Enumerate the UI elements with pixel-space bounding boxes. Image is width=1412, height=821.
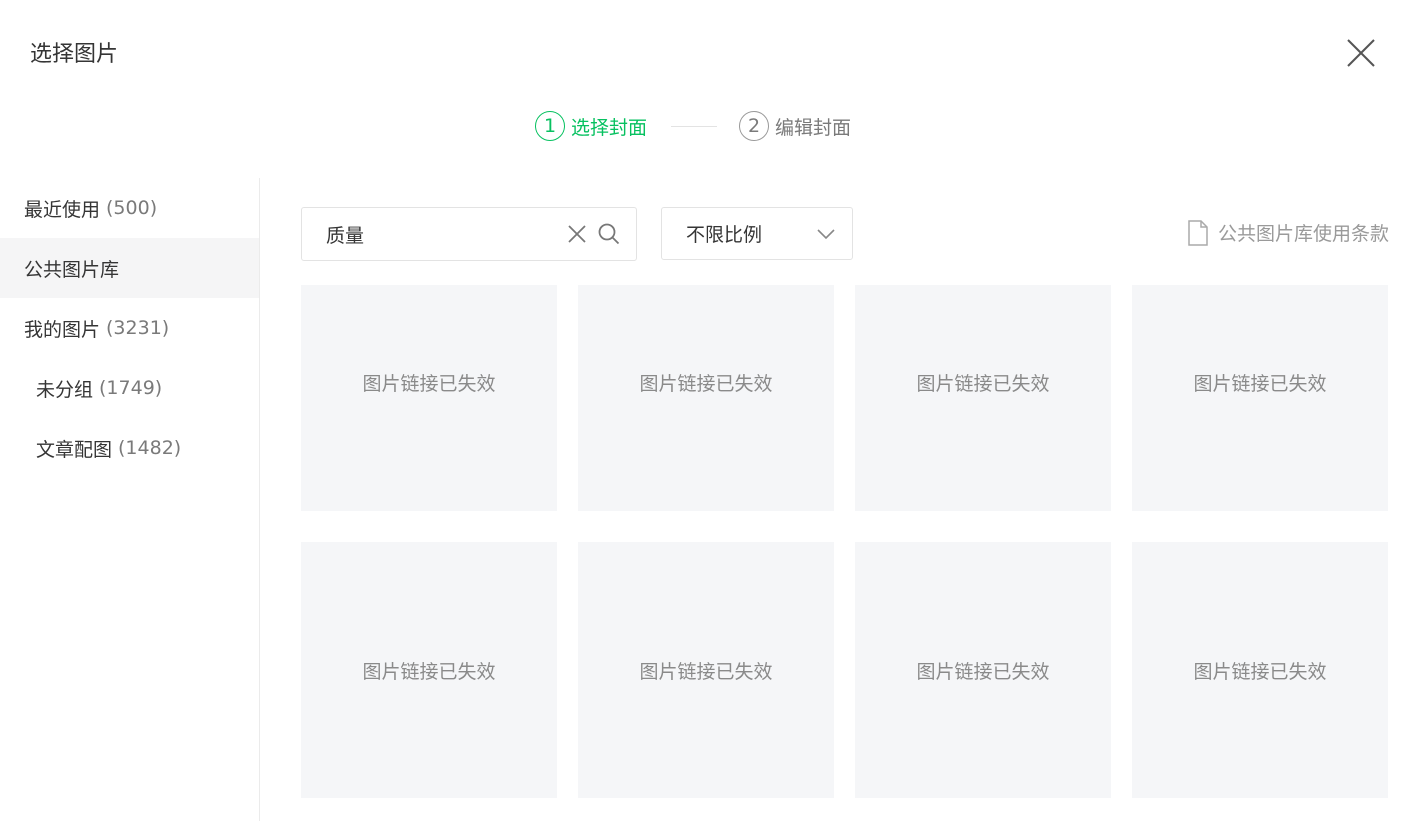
step-divider xyxy=(671,125,718,127)
close-button[interactable] xyxy=(1340,32,1380,72)
clear-icon[interactable] xyxy=(564,221,590,247)
image-grid: 图片链接已失效 图片链接已失效 图片链接已失效 图片链接已失效 图片链接已失效 … xyxy=(301,285,1388,798)
step-number: 2 xyxy=(739,111,770,141)
sidebar-item-label: 文章配图 xyxy=(36,438,113,461)
sidebar-item-count: (1482) xyxy=(118,437,182,459)
terms-link-label: 公共图片库使用条款 xyxy=(1217,223,1389,245)
stepper: 1 选择封面 2 编辑封面 xyxy=(535,110,851,142)
sidebar-item-recent[interactable]: 最近使用 (500) xyxy=(0,178,259,238)
sidebar: 最近使用 (500) 公共图片库 我的图片 (3231) 未分组 (1749) … xyxy=(0,178,260,821)
sidebar-item-label: 未分组 xyxy=(36,378,94,401)
image-tile[interactable]: 图片链接已失效 xyxy=(578,542,834,798)
sidebar-item-article-images[interactable]: 文章配图 (1482) xyxy=(0,418,259,478)
image-tile[interactable]: 图片链接已失效 xyxy=(855,285,1111,511)
chevron-down-icon xyxy=(814,222,838,246)
sidebar-item-label: 最近使用 xyxy=(24,198,101,221)
image-tile[interactable]: 图片链接已失效 xyxy=(1132,285,1388,511)
ratio-select[interactable]: 不限比例 xyxy=(661,207,853,260)
search-input-value[interactable]: 质量 xyxy=(326,221,564,248)
image-tile[interactable]: 图片链接已失效 xyxy=(301,542,557,798)
step-select-cover: 1 选择封面 xyxy=(535,111,647,141)
dialog-title: 选择图片 xyxy=(30,42,119,67)
sidebar-item-count: (3231) xyxy=(106,317,170,339)
image-tile[interactable]: 图片链接已失效 xyxy=(855,542,1111,798)
terms-link[interactable]: 公共图片库使用条款 xyxy=(1187,219,1389,246)
sidebar-item-my-images[interactable]: 我的图片 (3231) xyxy=(0,298,259,358)
sidebar-item-count: (500) xyxy=(106,197,158,219)
sidebar-item-label: 我的图片 xyxy=(24,318,101,341)
sidebar-item-ungrouped[interactable]: 未分组 (1749) xyxy=(0,358,259,418)
sidebar-item-count: (1749) xyxy=(99,377,163,399)
step-number: 1 xyxy=(535,111,565,141)
sidebar-item-label: 公共图片库 xyxy=(24,258,120,281)
search-input[interactable]: 质量 xyxy=(301,207,637,261)
image-tile[interactable]: 图片链接已失效 xyxy=(1132,542,1388,798)
document-icon xyxy=(1188,219,1208,246)
step-edit-cover: 2 编辑封面 xyxy=(739,111,851,141)
image-tile[interactable]: 图片链接已失效 xyxy=(578,285,834,511)
step-label: 编辑封面 xyxy=(775,116,852,139)
sidebar-item-public-library[interactable]: 公共图片库 xyxy=(0,238,259,298)
ratio-select-value: 不限比例 xyxy=(686,224,763,246)
step-label: 选择封面 xyxy=(571,116,648,139)
image-tile[interactable]: 图片链接已失效 xyxy=(301,285,557,511)
search-icon[interactable] xyxy=(596,221,622,247)
close-icon[interactable] xyxy=(1340,32,1380,72)
